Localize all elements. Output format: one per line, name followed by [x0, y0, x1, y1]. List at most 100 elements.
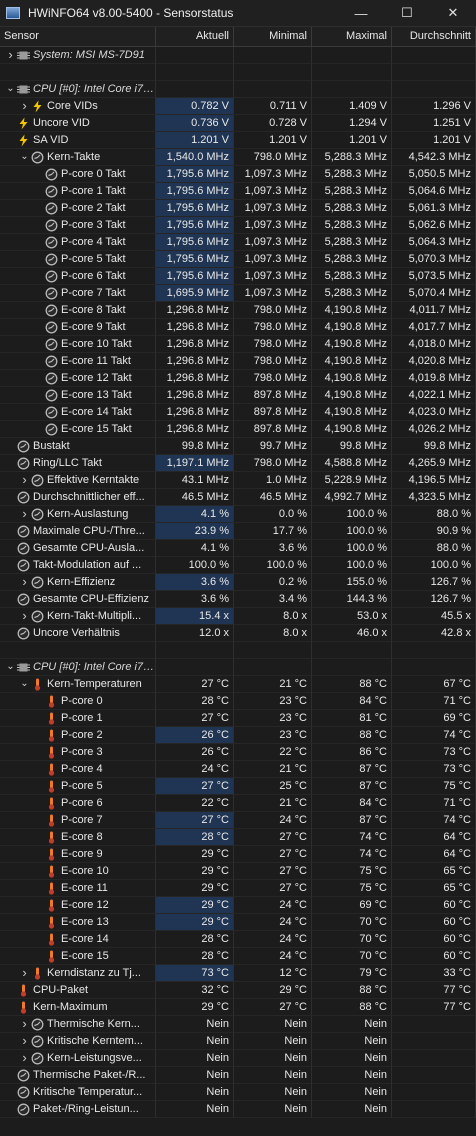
sensor-name-cell[interactable]: ⌄ CPU [#0]: Intel Core i7-13700K [0, 81, 156, 98]
maximize-button[interactable]: ☐ [384, 0, 430, 26]
sensor-name-cell[interactable]: Maximale CPU-/Thre... [0, 523, 156, 540]
expand-chevron-icon[interactable]: › [18, 1033, 31, 1049]
sensor-name-cell[interactable]: P-core 7 [0, 812, 156, 829]
sensor-row[interactable]: E-core 12 Takt 1,296.8 MHz 798.0 MHz 4,190.… [0, 370, 476, 387]
sensor-row[interactable]: E-core 15 28 °C 24 °C 70 °C 60 °C [0, 948, 476, 965]
sensor-name-cell[interactable]: E-core 8 [0, 829, 156, 846]
sensor-row[interactable]: E-core 15 Takt 1,296.8 MHz 897.8 MHz 4,190.… [0, 421, 476, 438]
sensor-name-cell[interactable]: P-core 1 Takt [0, 183, 156, 200]
sensor-row[interactable]: › Kerndistanz zu Tj... 73 °C 12 °C 79 °C 33 °… [0, 965, 476, 982]
expand-chevron-icon[interactable]: › [18, 1016, 31, 1032]
header-minimal[interactable]: Minimal [234, 27, 312, 46]
sensor-row[interactable]: Takt-Modulation auf ... 100.0 % 100.0 % 100… [0, 557, 476, 574]
sensor-name-cell[interactable]: P-core 4 [0, 761, 156, 778]
sensor-name-cell[interactable]: › Kritische Kerntem... [0, 1033, 156, 1050]
sensor-row[interactable]: P-core 2 Takt 1,795.6 MHz 1,097.3 MHz 5,288… [0, 200, 476, 217]
sensor-row[interactable]: E-core 10 Takt 1,296.8 MHz 798.0 MHz 4,190.… [0, 336, 476, 353]
sensor-row[interactable]: E-core 12 29 °C 24 °C 69 °C 60 °C [0, 897, 476, 914]
sensor-row[interactable]: Durchschnittlicher eff... 46.5 MHz 46.5 MH… [0, 489, 476, 506]
sensor-row[interactable]: › Kern-Auslastung 4.1 % 0.0 % 100.0 % 88.0 % [0, 506, 476, 523]
sensor-row[interactable]: P-core 1 Takt 1,795.6 MHz 1,097.3 MHz 5,288… [0, 183, 476, 200]
expand-chevron-icon[interactable]: › [18, 506, 31, 522]
sensor-name-cell[interactable]: E-core 14 [0, 931, 156, 948]
sensor-row[interactable]: P-core 6 Takt 1,795.6 MHz 1,097.3 MHz 5,288… [0, 268, 476, 285]
sensor-name-cell[interactable]: Kern-Maximum [0, 999, 156, 1016]
sensor-name-cell[interactable]: › Effektive Kerntakte [0, 472, 156, 489]
sensor-row[interactable]: E-core 11 Takt 1,296.8 MHz 798.0 MHz 4,190.… [0, 353, 476, 370]
sensor-row[interactable]: P-core 5 27 °C 25 °C 87 °C 75 °C [0, 778, 476, 795]
expand-chevron-icon[interactable]: › [18, 965, 31, 981]
collapse-chevron-icon[interactable]: ⌄ [18, 149, 31, 165]
sensor-name-cell[interactable]: E-core 10 Takt [0, 336, 156, 353]
sensor-row[interactable]: P-core 3 26 °C 22 °C 86 °C 73 °C [0, 744, 476, 761]
sensor-name-cell[interactable]: E-core 8 Takt [0, 302, 156, 319]
sensor-row[interactable]: › Kern-Takt-Multipli... 15.4 x 8.0 x 53.0 x4… [0, 608, 476, 625]
sensor-row[interactable]: E-core 8 Takt 1,296.8 MHz 798.0 MHz 4,190.8… [0, 302, 476, 319]
sensor-name-cell[interactable]: › Kerndistanz zu Tj... [0, 965, 156, 982]
sensor-row[interactable]: ⌄ Kern-Takte 1,540.0 MHz 798.0 MHz 5,288.3 M… [0, 149, 476, 166]
sensor-name-cell[interactable]: Bustakt [0, 438, 156, 455]
minimize-button[interactable]: — [338, 0, 384, 26]
header-durchschnitt[interactable]: Durchschnitt [392, 27, 476, 46]
sensor-name-cell[interactable]: › Kern-Effizienz [0, 574, 156, 591]
sensor-name-cell[interactable]: Gesamte CPU-Effizienz [0, 591, 156, 608]
sensor-name-cell[interactable]: E-core 9 [0, 846, 156, 863]
sensor-row[interactable]: P-core 5 Takt 1,795.6 MHz 1,097.3 MHz 5,288… [0, 251, 476, 268]
header-aktuell[interactable]: Aktuell [156, 27, 234, 46]
sensor-name-cell[interactable]: P-core 2 [0, 727, 156, 744]
sensor-row[interactable]: › Kritische Kerntem... Nein Nein Nein [0, 1033, 476, 1050]
sensor-name-cell[interactable]: › System: MSI MS-7D91 [0, 47, 156, 64]
sensor-row[interactable]: E-core 9 Takt 1,296.8 MHz 798.0 MHz 4,190.8… [0, 319, 476, 336]
sensor-name-cell[interactable]: Uncore VID [0, 115, 156, 132]
sensor-row[interactable]: P-core 7 27 °C 24 °C 87 °C 74 °C [0, 812, 476, 829]
sensor-name-cell[interactable]: P-core 3 [0, 744, 156, 761]
expand-chevron-icon[interactable]: › [18, 472, 31, 488]
sensor-name-cell[interactable]: P-core 4 Takt [0, 234, 156, 251]
sensor-name-cell[interactable]: › Core VIDs [0, 98, 156, 115]
sensor-name-cell[interactable]: E-core 13 Takt [0, 387, 156, 404]
sensor-name-cell[interactable]: SA VID [0, 132, 156, 149]
sensor-row[interactable]: Uncore Verhältnis 12.0 x 8.0 x 46.0 x 42.8 x [0, 625, 476, 642]
sensor-row[interactable]: P-core 4 24 °C 21 °C 87 °C 73 °C [0, 761, 476, 778]
sensor-row[interactable]: P-core 7 Takt 1,695.9 MHz 1,097.3 MHz 5,288… [0, 285, 476, 302]
expand-chevron-icon[interactable]: › [18, 98, 31, 114]
sensor-name-cell[interactable]: P-core 7 Takt [0, 285, 156, 302]
sensor-name-cell[interactable]: Gesamte CPU-Ausla... [0, 540, 156, 557]
sensor-row[interactable]: Maximale CPU-/Thre... 23.9 % 17.7 % 100.0 %… [0, 523, 476, 540]
sensor-row[interactable]: › Kern-Leistungsve... Nein Nein Nein [0, 1050, 476, 1067]
sensor-row[interactable]: Bustakt 99.8 MHz 99.7 MHz 99.8 MHz 99.8 MHz [0, 438, 476, 455]
sensor-name-cell[interactable]: ⌄ Kern-Takte [0, 149, 156, 166]
sensor-row[interactable]: Kritische Temperatur... Nein Nein Nein [0, 1084, 476, 1101]
group-row[interactable]: › System: MSI MS-7D91 [0, 47, 476, 64]
sensor-name-cell[interactable]: P-core 0 [0, 693, 156, 710]
sensor-name-cell[interactable]: E-core 11 Takt [0, 353, 156, 370]
sensor-row[interactable]: E-core 11 29 °C 27 °C 75 °C 65 °C [0, 880, 476, 897]
sensor-name-cell[interactable]: P-core 1 [0, 710, 156, 727]
sensor-row[interactable]: › Kern-Effizienz 3.6 % 0.2 % 155.0 % 126.7 % [0, 574, 476, 591]
sensor-row[interactable]: Thermische Paket-/R... Nein Nein Nein [0, 1067, 476, 1084]
collapse-chevron-icon[interactable]: ⌄ [4, 659, 17, 675]
sensor-name-cell[interactable]: ⌄ CPU [#0]: Intel Core i7-13700K: DTS [0, 659, 156, 676]
sensor-row[interactable]: Gesamte CPU-Ausla... 4.1 % 3.6 % 100.0 % 88.… [0, 540, 476, 557]
sensor-name-cell[interactable]: CPU-Paket [0, 982, 156, 999]
sensor-row[interactable]: Kern-Maximum 29 °C 27 °C 88 °C 77 °C [0, 999, 476, 1016]
sensor-name-cell[interactable]: Durchschnittlicher eff... [0, 489, 156, 506]
sensor-name-cell[interactable]: Thermische Paket-/R... [0, 1067, 156, 1084]
expand-chevron-icon[interactable]: › [4, 47, 17, 63]
sensor-row[interactable]: Gesamte CPU-Effizienz 3.6 % 3.4 % 144.3 % 12… [0, 591, 476, 608]
sensor-name-cell[interactable]: P-core 3 Takt [0, 217, 156, 234]
sensor-row[interactable]: Paket-/Ring-Leistun... Nein Nein Nein [0, 1101, 476, 1118]
sensor-row[interactable]: E-core 13 29 °C 24 °C 70 °C 60 °C [0, 914, 476, 931]
sensor-name-cell[interactable]: › Kern-Auslastung [0, 506, 156, 523]
close-button[interactable]: ✕ [430, 0, 476, 26]
expand-chevron-icon[interactable]: › [18, 608, 31, 624]
expand-chevron-icon[interactable]: › [18, 574, 31, 590]
sensor-name-cell[interactable]: › Thermische Kern... [0, 1016, 156, 1033]
sensor-name-cell[interactable]: Paket-/Ring-Leistun... [0, 1101, 156, 1118]
sensor-row[interactable]: › Effektive Kerntakte 43.1 MHz 1.0 MHz 5,228… [0, 472, 476, 489]
sensor-row[interactable]: Uncore VID 0.736 V 0.728 V 1.294 V 1.251 V [0, 115, 476, 132]
sensor-row[interactable]: E-core 8 28 °C 27 °C 74 °C 64 °C [0, 829, 476, 846]
sensor-row[interactable]: CPU-Paket 32 °C 29 °C 88 °C 77 °C [0, 982, 476, 999]
sensor-name-cell[interactable]: › Kern-Leistungsve... [0, 1050, 156, 1067]
sensor-name-cell[interactable]: Takt-Modulation auf ... [0, 557, 156, 574]
